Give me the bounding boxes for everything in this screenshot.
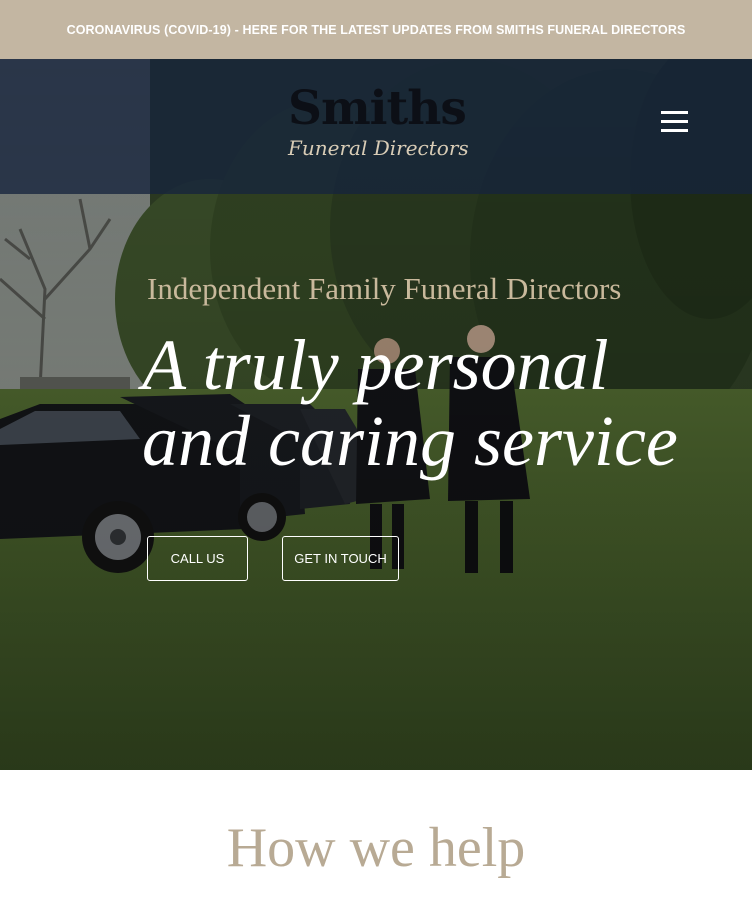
covid-alert-bar[interactable]: CORONAVIRUS (COVID-19) - HERE FOR THE LA…: [0, 0, 752, 59]
hero-section: Smiths Funeral Directors Independent Fam…: [0, 59, 752, 770]
logo-wordmark: Smiths: [288, 81, 467, 136]
call-us-button[interactable]: CALL US: [147, 536, 248, 581]
get-in-touch-button[interactable]: GET IN TOUCH: [282, 536, 399, 581]
hero-headline: A truly personal and caring service: [142, 327, 678, 479]
hero-headline-line-1: A truly personal: [142, 325, 609, 405]
hero-headline-line-2: and caring service: [142, 401, 678, 481]
how-we-help-heading: How we help: [226, 817, 526, 879]
logo[interactable]: Smiths Funeral Directors: [288, 85, 473, 160]
site-header: Smiths Funeral Directors: [0, 59, 752, 194]
hamburger-menu-icon[interactable]: [657, 111, 691, 137]
hero-eyebrow: Independent Family Funeral Directors: [147, 271, 622, 306]
logo-tagline: Funeral Directors: [288, 136, 469, 160]
covid-alert-link[interactable]: CORONAVIRUS (COVID-19) - HERE FOR THE LA…: [67, 23, 686, 37]
